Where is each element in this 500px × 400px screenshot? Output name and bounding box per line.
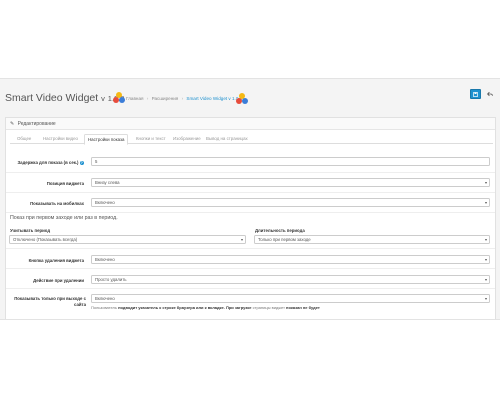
tab-image[interactable]: Изображение bbox=[170, 134, 204, 144]
on-delete-select[interactable]: Просто удалить ▾ bbox=[91, 275, 490, 284]
section-title: Показ при первом заходе или раз в период… bbox=[10, 215, 118, 221]
help-icon[interactable]: ? bbox=[79, 160, 84, 166]
mobile-select-value: Включено bbox=[95, 200, 115, 205]
chevron-down-icon: ▾ bbox=[484, 200, 487, 205]
logo-icon-small bbox=[236, 93, 248, 105]
breadcrumb: Главная › Расширения › Smart Video Widge… bbox=[126, 96, 242, 101]
row-divider bbox=[6, 288, 495, 289]
tab-buttons-text[interactable]: Кнопки и текст bbox=[133, 134, 169, 144]
panel-heading: ✎ Редактирование bbox=[6, 118, 495, 130]
title-text: Smart Video Widget bbox=[5, 92, 99, 104]
breadcrumb-extensions[interactable]: Расширения bbox=[152, 96, 179, 101]
page-header: Smart Video Widget v 1.0.0 Главная › Рас… bbox=[0, 79, 500, 117]
pencil-icon: ✎ bbox=[10, 121, 15, 127]
duration-select[interactable]: Только при первом заходе ▾ bbox=[254, 235, 490, 244]
help-text-part: страницы виджет bbox=[252, 305, 285, 310]
chevron-down-icon: ▾ bbox=[484, 277, 487, 282]
remove-button-select[interactable]: Включено ▾ bbox=[91, 255, 490, 264]
panel-heading-label: Редактирование bbox=[17, 121, 56, 127]
row-divider bbox=[6, 212, 495, 213]
tab-display-settings[interactable]: Настройки показа bbox=[84, 134, 129, 145]
mobile-select[interactable]: Включено ▾ bbox=[91, 198, 490, 207]
row-divider bbox=[6, 172, 495, 173]
tab-video-settings[interactable]: Настройки видео bbox=[40, 134, 81, 144]
breadcrumb-home[interactable]: Главная bbox=[126, 96, 143, 101]
mobile-label: Показывать на мобилках bbox=[30, 201, 84, 206]
on-delete-label: Действие при удалении bbox=[33, 278, 84, 283]
breadcrumb-separator: › bbox=[146, 96, 149, 101]
row-divider bbox=[6, 192, 495, 193]
period-select-value: Отключено (Показывать всегда) bbox=[13, 237, 78, 242]
delay-input[interactable]: 5 bbox=[91, 157, 490, 166]
save-icon bbox=[473, 91, 478, 97]
exit-only-select-value: Включено bbox=[95, 296, 115, 301]
help-text-part: подводит указатель к строке браузера или… bbox=[118, 305, 252, 310]
delay-label-text: Задержка для показа (в сек.) bbox=[17, 160, 79, 165]
back-button[interactable] bbox=[484, 89, 495, 99]
row-divider bbox=[6, 248, 495, 249]
chevron-down-icon: ▾ bbox=[484, 296, 487, 301]
chevron-down-icon: ▾ bbox=[240, 237, 243, 242]
period-label: Учитывать период bbox=[10, 228, 51, 233]
logo-icon bbox=[113, 92, 125, 104]
position-select-value: Внизу слева bbox=[95, 180, 120, 185]
version-prefix: v bbox=[101, 94, 105, 103]
tab-bar: Общее Настройки видео Настройки показа К… bbox=[10, 134, 493, 145]
on-delete-select-value: Просто удалить bbox=[95, 277, 127, 282]
help-text-part: Пользователь bbox=[91, 305, 117, 310]
period-select[interactable]: Отключено (Показывать всегда) ▾ bbox=[9, 235, 246, 244]
breadcrumb-separator: › bbox=[181, 96, 184, 101]
remove-button-select-value: Включено bbox=[95, 257, 115, 262]
tab-page-output[interactable]: Вывод на страницах bbox=[203, 134, 251, 144]
save-button[interactable] bbox=[470, 89, 481, 99]
position-label: Позиция виджета bbox=[46, 181, 84, 186]
breadcrumb-current[interactable]: Smart Video Widget v 1.0.0 bbox=[186, 96, 242, 101]
duration-label: Длительность периода bbox=[255, 228, 305, 233]
chevron-down-icon: ▾ bbox=[484, 237, 487, 242]
chevron-down-icon: ▾ bbox=[484, 180, 487, 185]
reply-icon bbox=[486, 91, 493, 97]
exit-only-select[interactable]: Включено ▾ bbox=[91, 294, 490, 303]
chevron-down-icon: ▾ bbox=[484, 257, 487, 262]
exit-only-label: Показывать только при выходе с сайта bbox=[14, 296, 86, 307]
duration-select-value: Только при первом заходе bbox=[258, 237, 311, 242]
position-select[interactable]: Внизу слева ▾ bbox=[91, 178, 490, 187]
remove-button-label: Кнопка удаления виджета bbox=[28, 258, 84, 263]
delay-label: Задержка для показа (в сек.)? bbox=[2, 160, 84, 166]
exit-only-help-text: Пользователь подводит указатель к строке… bbox=[91, 305, 320, 310]
row-divider bbox=[6, 268, 495, 269]
help-text-part: показан не будет bbox=[286, 305, 320, 310]
tab-general[interactable]: Общее bbox=[14, 134, 34, 144]
page-title: Smart Video Widget v 1.0.0 bbox=[5, 92, 124, 104]
